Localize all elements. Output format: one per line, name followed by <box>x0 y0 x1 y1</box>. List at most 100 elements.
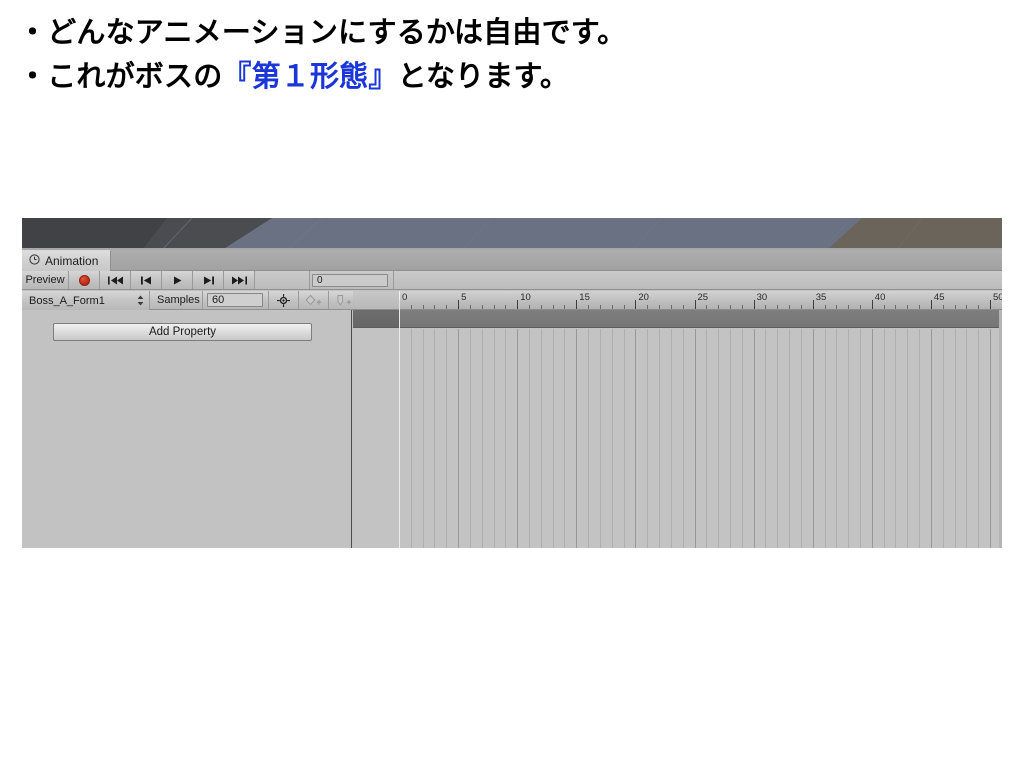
bullet-2-suffix: となります。 <box>397 60 570 93</box>
grid-line-minor <box>564 329 566 548</box>
grid-line-minor <box>659 329 661 548</box>
skip-back-icon <box>107 276 123 284</box>
grid-line-major <box>812 329 814 548</box>
grid-line-minor <box>718 329 720 548</box>
ruler-tick-minor <box>599 305 601 309</box>
ruler-tick-minor <box>682 305 684 309</box>
window-tab-bar: Animation <box>22 250 1002 271</box>
ruler-tick-major <box>990 300 991 309</box>
ruler-left-pad <box>353 291 399 309</box>
ruler-tick-minor <box>777 305 779 309</box>
timeline-area[interactable]: 0 5 10 15 20 25 30 35 40 45 50 <box>353 291 1002 548</box>
ruler-tick-minor <box>670 305 672 309</box>
tab-animation-label: Animation <box>45 254 99 268</box>
property-list-panel: Add Property <box>22 310 352 548</box>
grid-line-minor <box>446 329 448 548</box>
grid-line-major <box>753 329 755 548</box>
grid-line-minor <box>777 329 779 548</box>
ruler-tick-minor <box>954 305 956 309</box>
record-dot-icon <box>78 274 90 286</box>
ruler-tick-minor <box>978 305 980 309</box>
grid-line-minor <box>540 329 542 548</box>
clip-selector-dropdown[interactable]: Boss_A_Form1 <box>22 291 150 310</box>
step-forward-icon <box>203 276 214 284</box>
grid-line-minor <box>859 329 861 548</box>
grid-line-minor <box>647 329 649 548</box>
timeline-grid[interactable] <box>353 329 1002 548</box>
add-property-button[interactable]: Add Property <box>53 323 312 341</box>
ruler-tick-minor <box>765 305 767 309</box>
ruler-tick-minor <box>919 305 921 309</box>
scene-view-strip <box>22 218 1002 250</box>
record-button[interactable] <box>69 271 100 289</box>
bullet-line-2: ・これがボスの『第１形態』となります。 <box>18 56 998 100</box>
toolbar-gap-right <box>394 271 1002 289</box>
ruler-tick-label: 15 <box>579 292 590 303</box>
grid-line-minor <box>434 329 436 548</box>
grid-line-major <box>871 329 873 548</box>
grid-line-minor <box>895 329 897 548</box>
last-keyframe-button[interactable] <box>224 271 255 289</box>
ruler-tick-label: 0 <box>402 292 408 303</box>
current-frame-value: 0 <box>312 273 388 287</box>
ruler-tick-minor <box>623 305 625 309</box>
ruler-tick-label: 45 <box>933 292 945 303</box>
grid-line-minor <box>836 329 838 548</box>
grid-line-minor <box>883 329 885 548</box>
ruler-tick-major <box>694 300 696 309</box>
grid-line-minor <box>741 329 743 548</box>
ruler-tick-minor <box>895 305 897 309</box>
tab-animation[interactable]: Animation <box>22 250 112 271</box>
scene-geometry <box>22 218 1002 250</box>
next-keyframe-button[interactable] <box>193 271 224 289</box>
timeline-right-edge <box>999 310 1002 548</box>
ruler-tick-label: 40 <box>874 292 886 303</box>
ruler-tick-minor <box>718 305 720 309</box>
updown-arrows-icon <box>137 295 144 306</box>
grid-line-major <box>576 329 578 548</box>
grid-line-minor <box>919 329 921 548</box>
grid-line-minor <box>954 329 956 548</box>
samples-value: 60 <box>207 293 263 307</box>
grid-line-minor <box>529 329 531 548</box>
grid-line-minor <box>789 329 791 548</box>
playhead-line[interactable] <box>399 291 400 548</box>
filter-button[interactable] <box>269 291 299 309</box>
play-button[interactable] <box>162 271 193 289</box>
grid-line-minor <box>682 329 684 548</box>
first-keyframe-button[interactable] <box>100 271 131 289</box>
grid-line-minor <box>505 329 507 548</box>
prev-keyframe-button[interactable] <box>131 271 162 289</box>
ruler-tick-minor <box>529 305 531 309</box>
ruler-tick-minor <box>836 305 838 309</box>
ruler-tick-minor <box>611 305 613 309</box>
preview-label: Preview <box>25 274 65 286</box>
ruler-tick-minor <box>564 305 566 309</box>
clip-name-label: Boss_A_Form1 <box>29 294 105 307</box>
add-event-icon <box>337 294 352 306</box>
timeline-ruler[interactable]: 0 5 10 15 20 25 30 35 40 45 50 <box>353 291 1002 310</box>
ruler-tick-minor <box>789 305 791 309</box>
grid-line-minor <box>942 329 944 548</box>
ruler-tick-major <box>635 300 637 309</box>
bullet-line-1: ・どんなアニメーションにするかは自由です。 <box>18 12 998 56</box>
add-keyframe-button[interactable] <box>299 291 329 309</box>
track-header-pad <box>353 310 399 327</box>
grid-line-minor <box>481 329 483 548</box>
step-back-icon <box>140 276 151 284</box>
clock-icon <box>29 252 40 270</box>
bullet-1-text: ・どんなアニメーションにするかは自由です。 <box>18 17 627 49</box>
ruler-tick-minor <box>434 305 436 309</box>
ruler-tick-label: 5 <box>461 292 467 303</box>
samples-label: Samples <box>157 294 200 306</box>
grid-line-minor <box>611 329 613 548</box>
samples-field[interactable]: 60 <box>203 291 269 309</box>
grid-line-major <box>458 329 460 548</box>
grid-line-minor <box>848 329 850 548</box>
current-frame-field[interactable]: 0 <box>310 271 394 289</box>
grid-line-major <box>517 329 519 548</box>
preview-toggle[interactable]: Preview <box>22 271 69 289</box>
toolbar-gap-left <box>255 271 310 289</box>
ruler-tick-minor <box>540 305 542 309</box>
grid-line-minor <box>729 329 731 548</box>
